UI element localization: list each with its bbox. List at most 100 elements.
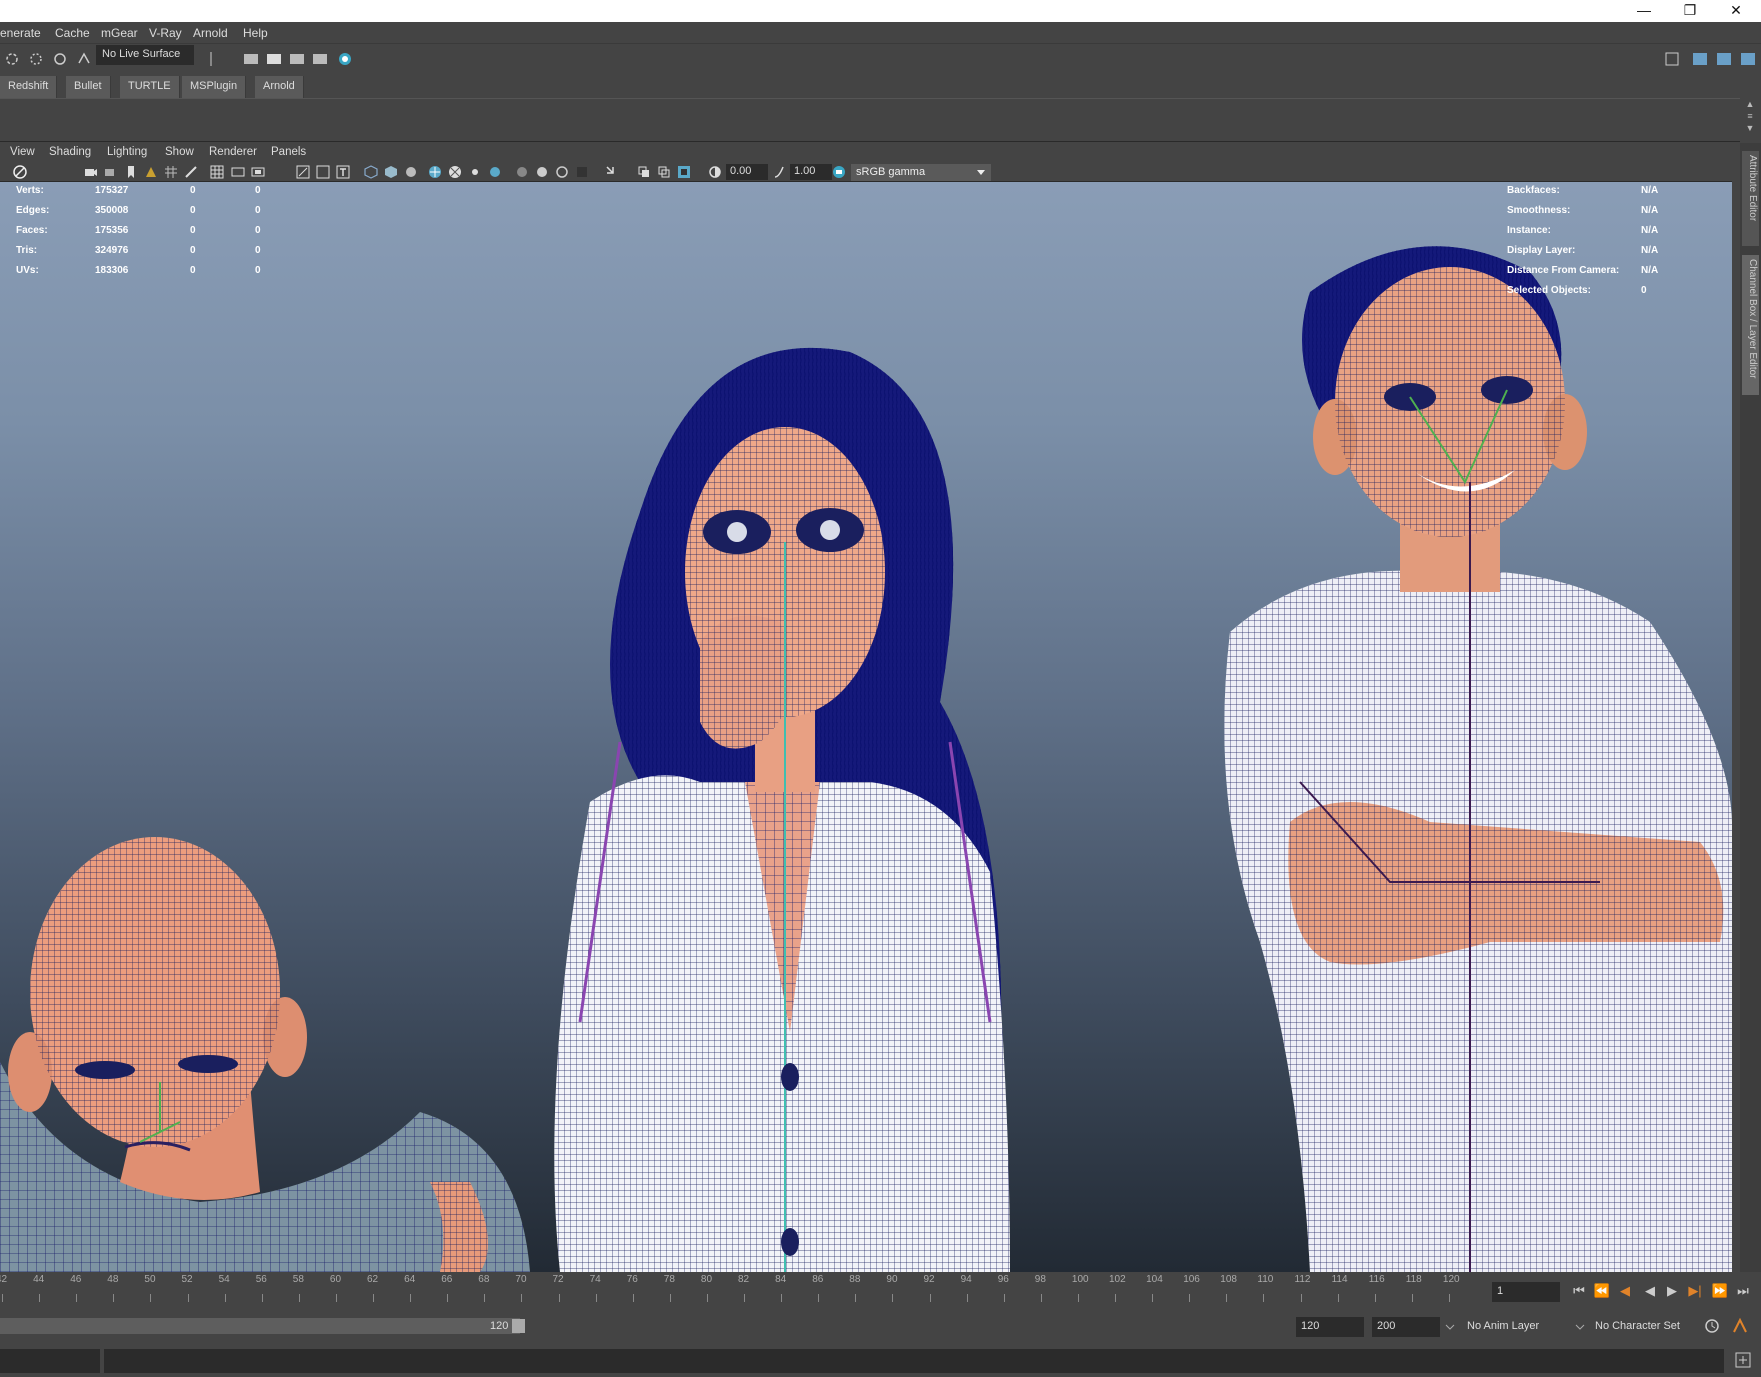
menu-help[interactable]: Help [243,26,268,40]
animation-end-field[interactable]: 200 [1372,1317,1440,1337]
menu-mgear[interactable]: mGear [101,26,138,40]
gamma-icon[interactable] [772,165,786,179]
snap-icon[interactable] [52,51,68,67]
step-forward-key-button[interactable]: ⏩ [1710,1281,1730,1301]
child-character[interactable] [0,837,530,1272]
anim-layer-select[interactable]: No Anim Layer [1462,1317,1572,1337]
render-frame-icon[interactable] [266,51,282,67]
panel-menu-renderer[interactable]: Renderer [209,146,257,158]
lasso-icon[interactable] [4,51,20,67]
grid-toggle-icon[interactable] [210,165,224,179]
menu-generate[interactable]: enerate [0,26,41,40]
resolution-gate-icon[interactable] [251,165,265,179]
chevron-down-icon[interactable] [1444,1321,1456,1333]
xray-icon[interactable] [448,165,462,179]
channel-box-toggle-icon[interactable] [1740,51,1756,67]
scene-render[interactable] [0,182,1732,1272]
shadows-icon[interactable] [488,165,502,179]
step-back-frame-button[interactable]: ◀ [1615,1281,1635,1301]
render-settings-icon[interactable] [312,51,328,67]
panel-menu-panels[interactable]: Panels [271,146,306,158]
lighting-icon[interactable] [468,165,482,179]
go-to-end-button[interactable]: ⏭ [1733,1281,1753,1301]
go-to-start-button[interactable]: ⏮ [1569,1281,1589,1301]
woman-character[interactable] [554,347,1010,1272]
range-slider-handle[interactable] [512,1319,525,1333]
pencil-icon[interactable] [184,165,198,179]
chevron-down-icon[interactable] [1574,1321,1586,1333]
animation-preferences-icon[interactable] [1731,1317,1749,1335]
camera-attributes-icon[interactable] [104,165,118,179]
bookmark-icon[interactable] [124,165,138,179]
close-button[interactable]: ✕ [1713,0,1759,22]
view-transform-select[interactable]: sRGB gamma [851,164,991,181]
script-editor-icon[interactable] [1734,1351,1752,1369]
shelf-tab-msplugin[interactable]: MSPlugin [182,76,247,98]
chevron-down-icon[interactable] [972,164,990,181]
panel-menu-shading[interactable]: Shading [49,146,91,158]
motion-blur-icon[interactable] [535,165,549,179]
character-set-select[interactable]: No Character Set [1590,1317,1702,1337]
safe-title-icon[interactable] [316,165,330,179]
play-forwards-button[interactable]: ▶ [1662,1281,1682,1301]
film-gate-icon[interactable] [231,165,245,179]
backface-culling-icon[interactable] [677,165,691,179]
time-slider[interactable]: 42 44 46 48 50 52 54 56 58 60 62 64 66 68 70 72 74 76 78 80… [0,1272,1492,1308]
exposure-field[interactable]: 0.00 [726,164,768,180]
shelf-tab-arnold[interactable]: Arnold [255,76,304,98]
menu-arnold[interactable]: Arnold [193,26,228,40]
text-icon[interactable] [336,165,350,179]
render-view-icon[interactable] [243,51,259,67]
step-back-key-button[interactable]: ⏪ [1592,1281,1612,1301]
modeling-toolkit-icon[interactable] [1692,51,1708,67]
wireframe-icon[interactable] [364,165,378,179]
safe-action-icon[interactable] [296,165,310,179]
menu-cache[interactable]: Cache [55,26,90,40]
live-surface-field[interactable]: No Live Surface [96,45,194,65]
minimize-button[interactable]: — [1621,0,1667,22]
panel-menu-view[interactable]: View [10,146,35,158]
hypershade-icon[interactable] [337,51,353,67]
channel-box-tab[interactable]: Channel Box / Layer Editor [1742,255,1759,395]
wireframe-on-shaded-icon[interactable] [428,165,442,179]
auto-key-icon[interactable] [1703,1317,1721,1335]
grid-icon[interactable] [164,165,178,179]
depth-of-field-icon[interactable] [575,165,589,179]
default-material-icon[interactable] [404,165,418,179]
workspace-icon[interactable] [1664,51,1680,67]
step-forward-frame-button[interactable]: ▶| [1685,1281,1705,1301]
current-frame-field[interactable]: 1 [1492,1282,1560,1302]
command-language-toggle[interactable] [0,1349,100,1373]
man-character[interactable] [1224,246,1732,1272]
xray-active-icon[interactable] [657,165,671,179]
menu-vray[interactable]: V-Ray [149,26,182,40]
3d-viewport[interactable]: Verts: 175327 0 0 Edges: 350008 0 0 Face… [0,182,1732,1272]
xray-joints-icon[interactable] [637,165,651,179]
color-management-icon[interactable] [832,165,846,179]
shelf-scroll-arrows[interactable]: ▲ ≡ ▼ [1741,98,1759,138]
magnet-icon[interactable] [76,51,92,67]
camera-icon[interactable] [84,165,98,179]
restore-button[interactable]: ❐ [1667,0,1713,22]
exposure-icon[interactable] [708,165,722,179]
shelf-tab-redshift[interactable]: Redshift [0,76,58,98]
attribute-editor-toggle-icon[interactable] [1716,51,1732,67]
ambient-occlusion-icon[interactable] [515,165,529,179]
paint-select-icon[interactable] [28,51,44,67]
shelf-tab-bullet[interactable]: Bullet [66,76,111,98]
shelf-tab-turtle[interactable]: TURTLE [120,76,180,98]
image-plane-icon[interactable] [144,165,158,179]
panel-menu-lighting[interactable]: Lighting [107,146,147,158]
attribute-editor-tab[interactable]: Attribute Editor [1742,151,1759,246]
play-backwards-button[interactable]: ◀ [1640,1281,1660,1301]
select-camera-icon[interactable] [13,165,27,179]
range-slider-track[interactable] [0,1318,520,1334]
isolate-select-icon[interactable] [605,165,619,179]
command-line-input[interactable] [104,1349,1724,1373]
panel-menu-show[interactable]: Show [165,146,194,158]
antialiasing-icon[interactable] [555,165,569,179]
ipr-icon[interactable] [289,51,305,67]
smooth-shade-icon[interactable] [384,165,398,179]
playback-end-field[interactable]: 120 [1296,1317,1364,1337]
gamma-field[interactable]: 1.00 [790,164,832,180]
